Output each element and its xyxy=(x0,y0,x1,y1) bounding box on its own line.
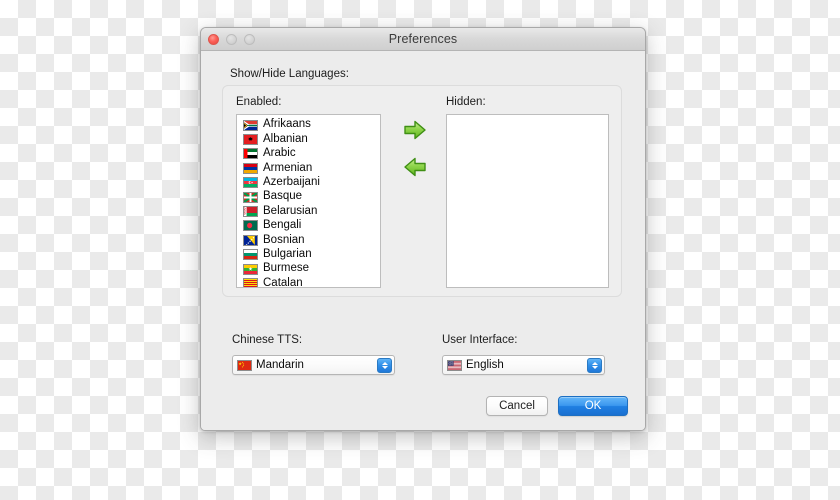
close-button-icon[interactable] xyxy=(208,34,219,45)
basque-flag-icon xyxy=(243,191,258,203)
language-list-item[interactable]: Bosnian xyxy=(237,233,380,247)
language-list-item[interactable]: Burmese xyxy=(237,262,380,276)
language-list-item[interactable]: Bulgarian xyxy=(237,248,380,262)
language-name: Burmese xyxy=(263,262,310,275)
bulgaria-flag-icon xyxy=(243,249,258,261)
language-name: Arabic xyxy=(263,147,296,160)
language-list-item[interactable]: Azerbaijani xyxy=(237,176,380,190)
hidden-languages-list[interactable] xyxy=(446,114,609,288)
language-list-item[interactable]: Armenian xyxy=(237,161,380,175)
minimize-button-icon[interactable] xyxy=(226,34,237,45)
language-list-item[interactable]: Arabic xyxy=(237,147,380,161)
dialog-button-row: Cancel OK xyxy=(486,396,628,416)
china-flag-icon xyxy=(237,359,252,371)
language-name: Bosnian xyxy=(263,233,305,246)
arrow-left-icon[interactable] xyxy=(402,155,428,179)
language-list-item[interactable]: Catalan xyxy=(237,276,380,288)
window-title: Preferences xyxy=(388,32,458,46)
user-interface-field: User Interface: English xyxy=(442,334,605,375)
maximize-button-icon[interactable] xyxy=(244,34,255,45)
chevron-updown-icon[interactable] xyxy=(377,358,392,373)
languages-groupbox: Enabled: Hidden: Afrikaans Albanian Arab… xyxy=(222,85,622,297)
language-list-item[interactable]: Bengali xyxy=(237,219,380,233)
language-name: Armenian xyxy=(263,161,313,174)
catalonia-flag-icon xyxy=(243,277,258,287)
preferences-window: Preferences Show/Hide Languages: Enabled… xyxy=(200,27,646,431)
language-name: Basque xyxy=(263,190,303,203)
usa-flag-icon xyxy=(447,359,462,371)
albania-flag-icon xyxy=(243,134,258,146)
uae-flag-icon xyxy=(243,148,258,160)
language-name: Catalan xyxy=(263,276,303,288)
user-interface-value: English xyxy=(466,359,504,371)
south-africa-flag-icon xyxy=(243,119,258,131)
section-label: Show/Hide Languages: xyxy=(230,68,349,80)
window-content: Show/Hide Languages: Enabled: Hidden: Af… xyxy=(201,51,645,430)
bangladesh-flag-icon xyxy=(243,220,258,232)
user-interface-label: User Interface: xyxy=(442,334,518,346)
azerbaijan-flag-icon xyxy=(243,177,258,189)
chinese-tts-field: Chinese TTS: Mandarin xyxy=(232,334,395,375)
belarus-flag-icon xyxy=(243,206,258,218)
myanmar-flag-icon xyxy=(243,263,258,275)
bosnia-flag-icon xyxy=(243,234,258,246)
language-list-item[interactable]: Afrikaans xyxy=(237,118,380,132)
cancel-button[interactable]: Cancel xyxy=(486,396,548,416)
chinese-tts-select[interactable]: Mandarin xyxy=(232,355,395,375)
language-name: Bengali xyxy=(263,219,302,232)
language-name: Albanian xyxy=(263,132,308,145)
arrow-right-icon[interactable] xyxy=(402,118,428,142)
chinese-tts-value: Mandarin xyxy=(256,359,304,371)
armenia-flag-icon xyxy=(243,162,258,174)
language-name: Belarusian xyxy=(263,204,318,217)
language-list-item[interactable]: Albanian xyxy=(237,132,380,146)
chinese-tts-label: Chinese TTS: xyxy=(232,334,303,346)
language-list-item[interactable]: Basque xyxy=(237,190,380,204)
hidden-list-label: Hidden: xyxy=(446,96,486,108)
language-name: Azerbaijani xyxy=(263,176,320,188)
language-list-item[interactable]: Belarusian xyxy=(237,204,380,218)
enabled-list-label: Enabled: xyxy=(236,96,282,108)
chevron-updown-icon[interactable] xyxy=(587,358,602,373)
user-interface-select[interactable]: English xyxy=(442,355,605,375)
language-name: Bulgarian xyxy=(263,247,312,260)
language-name: Afrikaans xyxy=(263,118,311,131)
traffic-light-group xyxy=(208,34,255,45)
window-titlebar[interactable]: Preferences xyxy=(201,28,645,51)
enabled-languages-list[interactable]: Afrikaans Albanian Arabic Armenian Azerb… xyxy=(236,114,381,288)
transfer-arrow-group xyxy=(393,118,437,179)
ok-button[interactable]: OK xyxy=(558,396,628,416)
